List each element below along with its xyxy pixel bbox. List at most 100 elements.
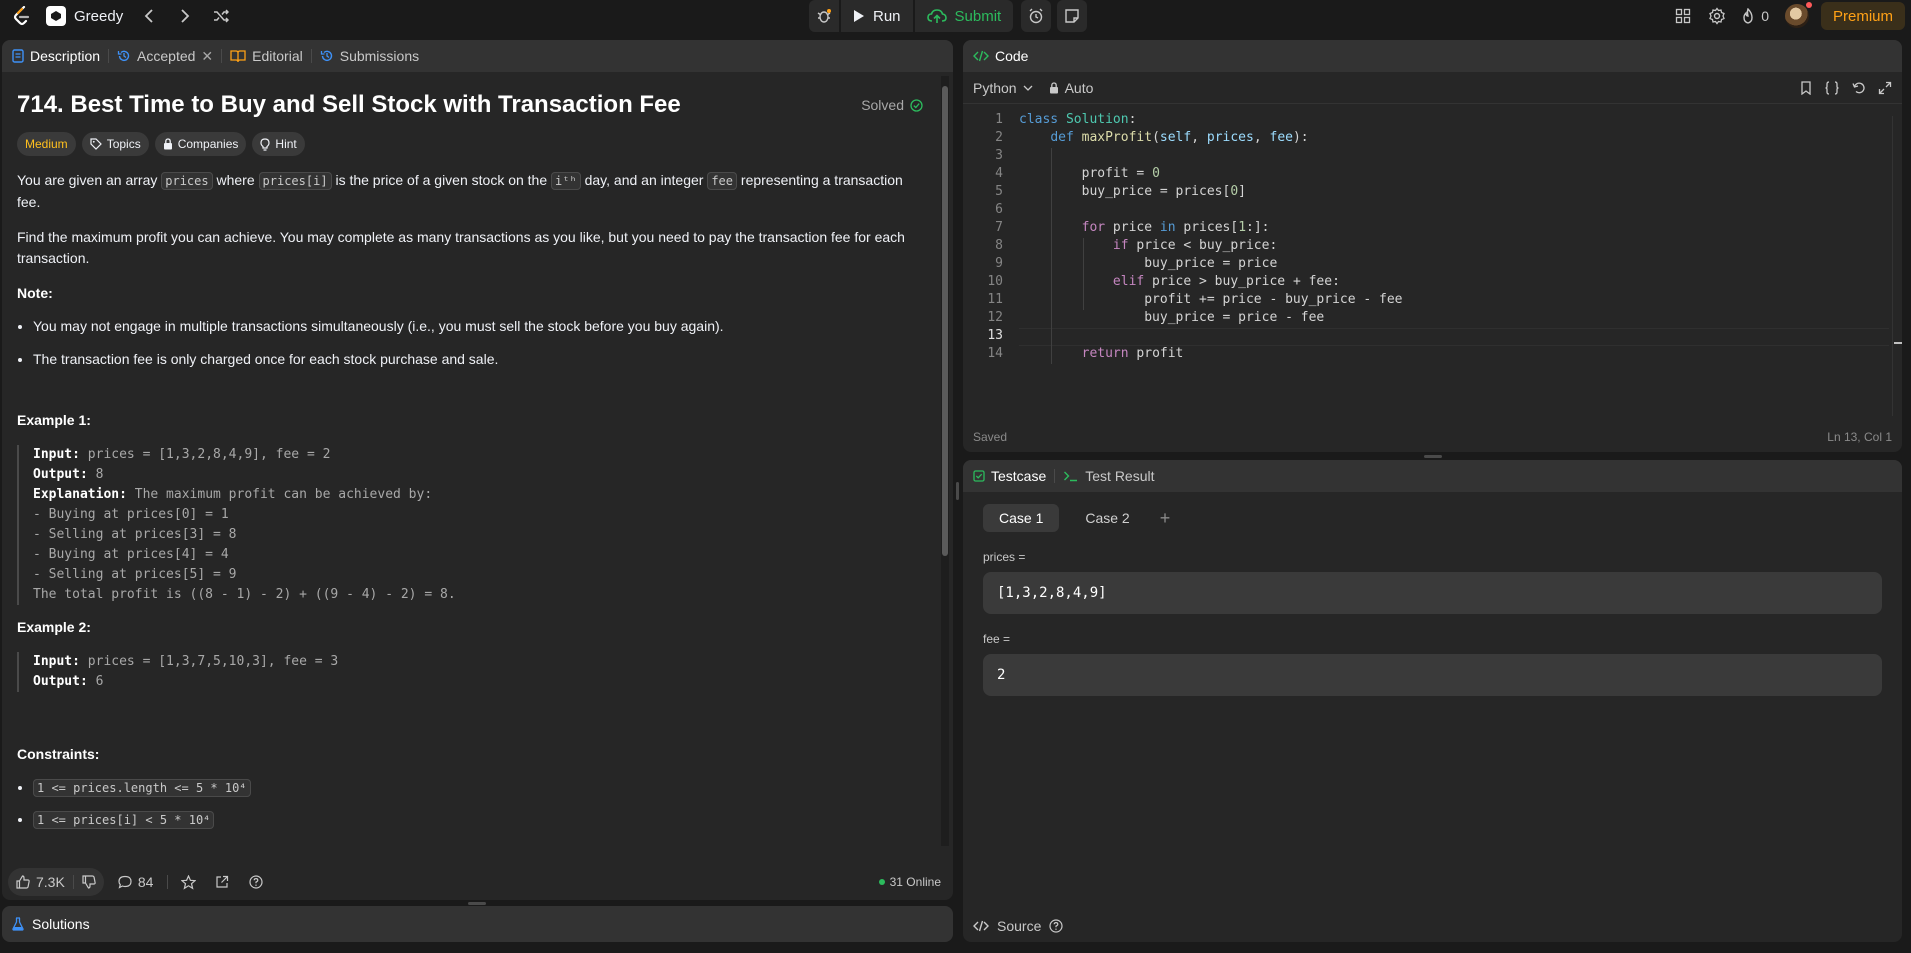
comments-button[interactable]: 84	[118, 874, 153, 890]
layout-button[interactable]	[1669, 2, 1697, 30]
share-button[interactable]	[208, 868, 236, 896]
fee-input[interactable]: 2	[983, 654, 1882, 696]
prices-input[interactable]: [1,3,2,8,4,9]	[983, 572, 1882, 614]
tab-test-result[interactable]: Test Result	[1063, 468, 1155, 484]
dislike-button[interactable]	[74, 868, 104, 896]
reset-icon[interactable]	[1852, 81, 1866, 95]
problem-list-title: Greedy	[74, 7, 124, 25]
leetcode-logo-icon[interactable]	[10, 4, 34, 28]
example-output: 8	[87, 467, 104, 482]
topics-tag[interactable]: Topics	[81, 132, 149, 156]
check-circle-icon	[910, 98, 923, 112]
description-scrollbar[interactable]	[941, 76, 949, 846]
companies-tag[interactable]: Companies	[154, 132, 247, 156]
prev-problem-button[interactable]	[135, 2, 163, 30]
statement-text: You are given an array	[17, 172, 162, 188]
description-tabs: Description Accepted ✕ Editorial Submiss…	[2, 40, 953, 72]
submit-label: Submit	[954, 7, 1002, 25]
list-item: You may not engage in multiple transacti…	[33, 316, 923, 337]
run-button[interactable]: Run	[841, 0, 913, 32]
tab-accepted-label: Accepted	[137, 48, 196, 64]
next-problem-button[interactable]	[171, 2, 199, 30]
bookmark-icon[interactable]	[1800, 80, 1812, 95]
chevron-down-icon	[1023, 85, 1033, 91]
close-tab-icon[interactable]: ✕	[201, 48, 213, 65]
description-panel: Description Accepted ✕ Editorial Submiss…	[2, 40, 953, 900]
hint-tag[interactable]: Hint	[252, 132, 305, 156]
solutions-label: Solutions	[32, 916, 90, 932]
code-line: if price < buy_price:	[1112, 238, 1278, 253]
expand-icon[interactable]	[1878, 81, 1892, 95]
language-select[interactable]: Python	[973, 80, 1033, 96]
case-2-tab[interactable]: Case 2	[1069, 504, 1145, 532]
inline-code: prices[i]	[258, 172, 332, 190]
tab-accepted[interactable]: Accepted ✕	[117, 48, 213, 65]
solutions-panel[interactable]: Solutions	[2, 906, 953, 942]
code-line: elif price > buy_price + fee:	[1112, 274, 1340, 289]
favorite-button[interactable]	[174, 868, 202, 896]
horizontal-resize-handle[interactable]	[956, 482, 959, 500]
like-button[interactable]: 7.3K	[8, 868, 73, 896]
tab-editorial-label: Editorial	[252, 48, 303, 64]
terminal-icon	[1064, 471, 1078, 482]
question-circle-icon[interactable]	[1049, 919, 1063, 933]
case-1-tab[interactable]: Case 1	[983, 504, 1060, 532]
code-editor[interactable]: 1 2 3 4 5 6 7 8 9 10 11 12 13 14 class S…	[963, 112, 1893, 412]
checkbox-icon	[973, 470, 985, 482]
line-number: 10	[987, 274, 1003, 289]
vertical-resize-handle[interactable]	[1424, 455, 1442, 458]
top-bar: Greedy Run Submit 0 Premium	[0, 0, 1911, 32]
tab-testcase[interactable]: Testcase	[973, 468, 1046, 484]
solutions-header[interactable]: Solutions	[2, 906, 953, 942]
editor-minimap-scrollbar[interactable]	[1892, 116, 1902, 416]
tab-test-result-label: Test Result	[1085, 468, 1155, 484]
constraints-list: 1 <= prices.length <= 5 * 10⁴ 1 <= price…	[33, 777, 923, 831]
auto-mode-toggle[interactable]: Auto	[1049, 80, 1093, 96]
question-circle-icon	[249, 875, 263, 889]
scrollbar-thumb[interactable]	[942, 86, 948, 556]
thumbs-up-icon	[16, 875, 30, 889]
problem-title[interactable]: 714. Best Time to Buy and Sell Stock wit…	[17, 91, 681, 119]
problem-list-button[interactable]: Greedy	[42, 4, 127, 28]
tab-description[interactable]: Description	[12, 48, 100, 64]
line-number: 14	[987, 346, 1003, 361]
tab-code[interactable]: Code	[973, 48, 1028, 64]
notification-dot	[1805, 2, 1812, 8]
flame-icon	[1743, 8, 1753, 24]
tab-editorial[interactable]: Editorial	[230, 48, 303, 64]
example-input: prices = [1,3,2,8,4,9], fee = 2	[79, 447, 331, 462]
hint-label: Hint	[275, 137, 297, 151]
premium-button[interactable]: Premium	[1820, 2, 1905, 30]
problem-goal: Find the maximum profit you can achieve.…	[17, 229, 905, 266]
example-1-block: Input: prices = [1,3,2,8,4,9], fee = 2 O…	[17, 445, 923, 605]
difficulty-badge: Medium	[17, 132, 76, 156]
random-problem-button[interactable]	[207, 2, 235, 30]
line-number: 1	[995, 112, 1003, 127]
vertical-resize-handle[interactable]	[468, 902, 486, 905]
description-content: 714. Best Time to Buy and Sell Stock wit…	[2, 72, 938, 852]
tab-submissions[interactable]: Submissions	[320, 48, 419, 64]
save-status: Saved	[973, 430, 1008, 444]
add-case-icon[interactable]: +	[1156, 508, 1175, 529]
code-panel: Code Python Auto 1 2 3 4 5 6 7 8 9 10 11…	[963, 40, 1902, 452]
notes-button[interactable]	[1057, 0, 1088, 32]
tag-icon	[90, 138, 102, 150]
gear-icon	[1709, 7, 1726, 25]
history-icon	[320, 50, 332, 62]
source-button[interactable]: Source	[973, 918, 1063, 934]
streak-counter[interactable]: 0	[1737, 8, 1773, 24]
explanation-line: - Buying at prices[4] = 4	[33, 547, 229, 562]
avatar[interactable]	[1784, 2, 1812, 28]
timer-button[interactable]	[1021, 0, 1052, 32]
online-count: 31 Online	[889, 875, 941, 889]
companies-label: Companies	[177, 137, 239, 151]
input-label: Input:	[33, 654, 80, 669]
fee-label: fee =	[983, 632, 1011, 646]
code-line: def maxProfit(self, prices, fee):	[1050, 130, 1309, 145]
braces-icon[interactable]	[1824, 80, 1840, 95]
online-indicator: 31 Online	[878, 875, 941, 889]
debug-button[interactable]	[809, 0, 839, 32]
feedback-button[interactable]	[242, 868, 270, 896]
settings-button[interactable]	[1703, 2, 1731, 30]
submit-button[interactable]: Submit	[914, 0, 1014, 32]
